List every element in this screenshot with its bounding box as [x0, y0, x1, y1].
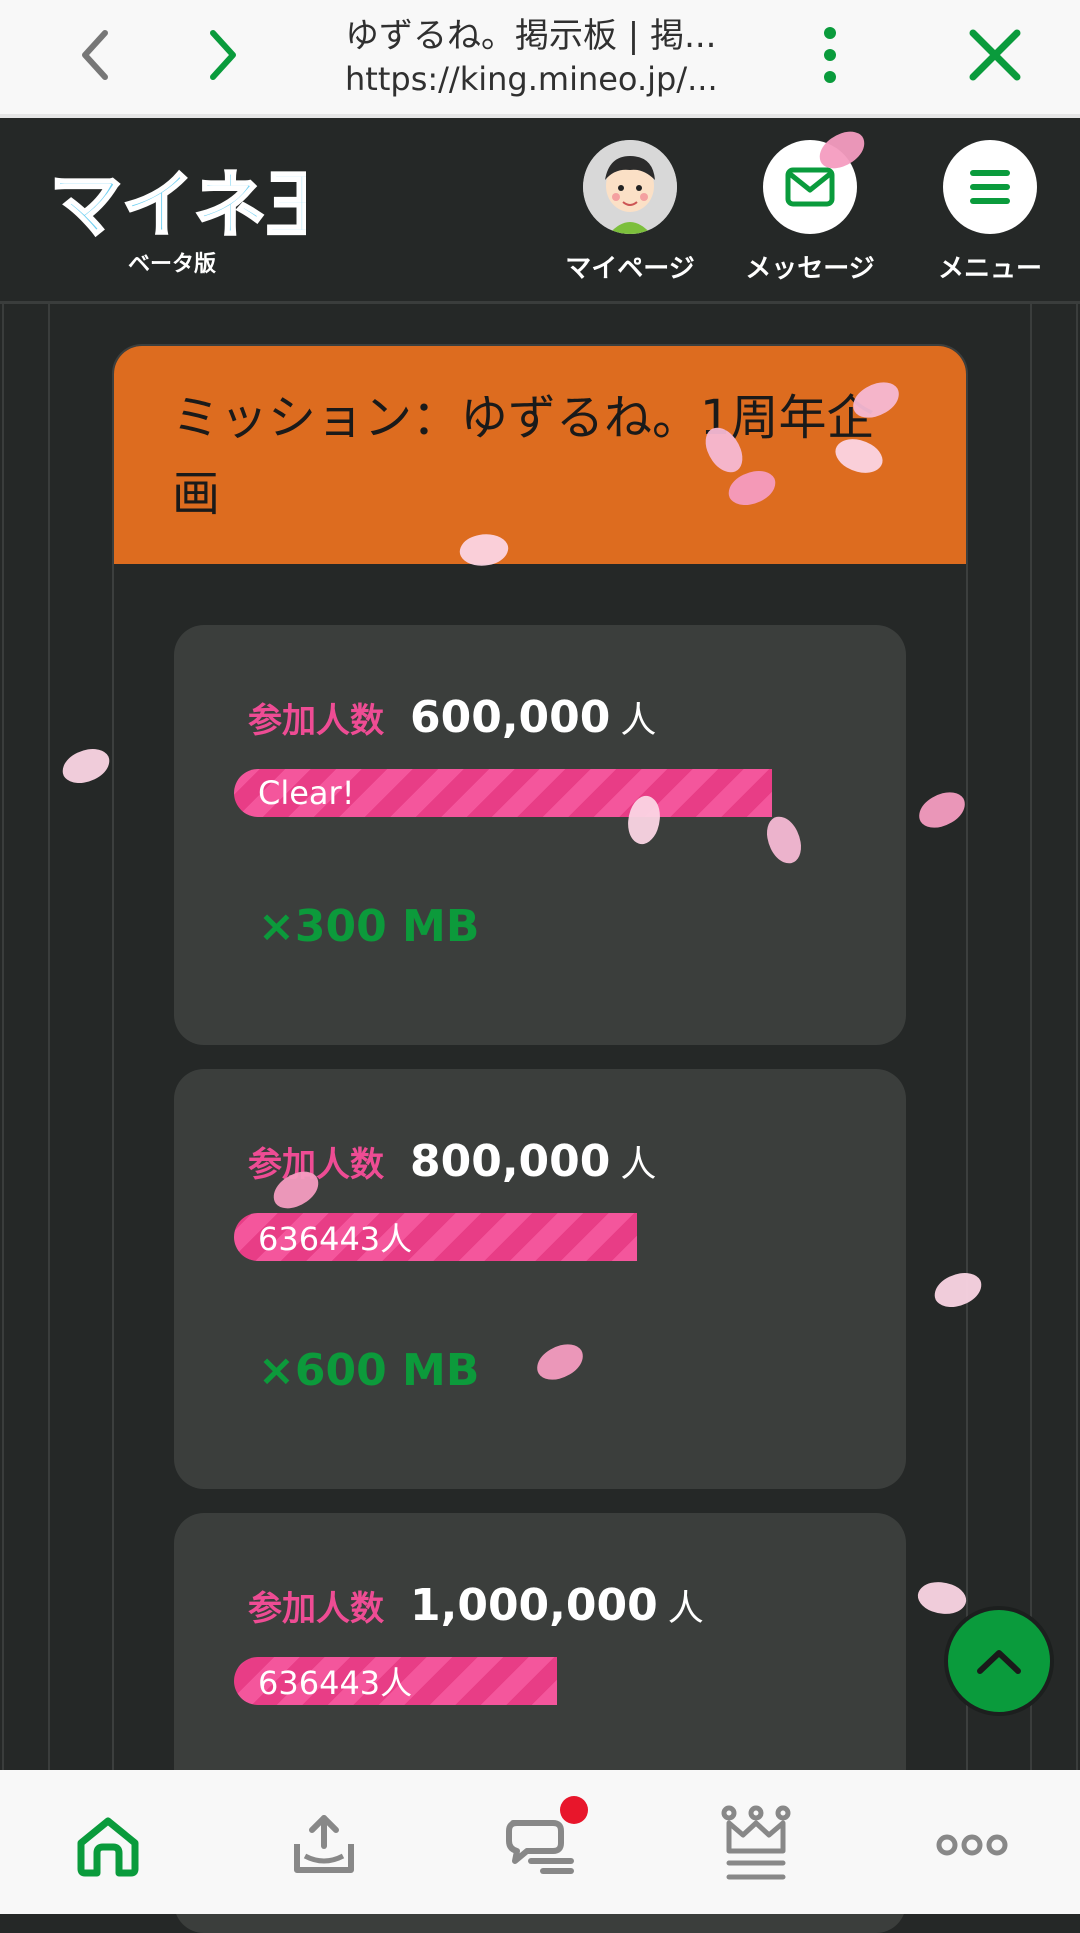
upload-tray-icon: [294, 1815, 354, 1873]
goal-header: 参加人数 600,000 人: [248, 691, 656, 743]
site-header: マイネ王 ベータ版 マイページ メッセージ メニュー: [0, 122, 1080, 304]
close-icon: [969, 29, 1021, 81]
petal-decoration: [59, 746, 113, 786]
bottom-navigation: [0, 1770, 1080, 1914]
goal-unit: 人: [620, 1144, 657, 1185]
nav-home[interactable]: [58, 1800, 158, 1890]
back-button[interactable]: [60, 20, 130, 90]
progress-bar: 636443人: [234, 1657, 557, 1705]
goal-card: 参加人数 800,000 人 636443人 ×600 MB: [174, 1069, 906, 1489]
logo-text: マイネ王: [50, 163, 306, 247]
browser-toolbar: ゆずるね。掲示板 | 掲... https://king.mineo.jp/..…: [0, 0, 1080, 118]
goal-header: 参加人数 1,000,000 人: [248, 1579, 704, 1631]
goal-target: 600,000: [410, 692, 611, 743]
browser-menu-button[interactable]: [805, 20, 855, 90]
goal-unit: 人: [667, 1588, 704, 1629]
avatar-icon: [583, 140, 677, 234]
progress-text: Clear!: [258, 774, 355, 812]
divider: [2, 304, 4, 1770]
goal-unit: 人: [620, 700, 657, 741]
progress-bar: 636443人: [234, 1213, 637, 1261]
forward-button[interactable]: [188, 20, 258, 90]
goal-label: 参加人数: [248, 1589, 384, 1629]
divider: [1076, 304, 1078, 1770]
chevron-right-icon: [210, 30, 236, 80]
url-display[interactable]: https://king.mineo.jp/...: [345, 60, 735, 98]
nav-give[interactable]: [274, 1800, 374, 1890]
progress-text: 636443人: [258, 1220, 413, 1258]
main-content[interactable]: ミッション：ゆずるね。1周年企画 参加人数 600,000 人 Clear! ×…: [0, 304, 1080, 1933]
menu-button[interactable]: メニュー: [915, 140, 1065, 285]
mypage-button[interactable]: マイページ: [555, 140, 705, 285]
reward-text: ×600 MB: [258, 1345, 480, 1396]
more-icon: [936, 1834, 1008, 1856]
logo-subtitle: ベータ版: [128, 252, 217, 277]
menu-label: メニュー: [937, 254, 1042, 284]
scroll-to-top-button[interactable]: [944, 1606, 1054, 1716]
close-button[interactable]: [960, 20, 1030, 90]
hamburger-icon: [943, 140, 1037, 234]
nav-king[interactable]: [706, 1800, 806, 1890]
chevron-left-icon: [82, 30, 108, 80]
nav-more[interactable]: [922, 1800, 1022, 1890]
progress-text: 636443人: [258, 1664, 413, 1702]
page-title[interactable]: ゆずるね。掲示板 | 掲...: [345, 8, 735, 57]
crown-icon: [721, 1805, 791, 1880]
mineo-king-logo-icon: マイネ王: [49, 162, 340, 249]
progress-bar: Clear!: [234, 769, 772, 817]
home-icon: [77, 1817, 139, 1877]
goal-target: 1,000,000: [410, 1580, 658, 1631]
chat-icon: [506, 1820, 574, 1874]
divider: [1030, 304, 1032, 1770]
goal-label: 参加人数: [248, 701, 384, 741]
message-button[interactable]: メッセージ: [735, 140, 885, 285]
chevron-up-icon: [977, 1650, 1021, 1674]
divider: [48, 304, 50, 1770]
kebab-icon: [824, 27, 836, 83]
mypage-label: マイページ: [565, 254, 695, 284]
mission-title: ミッション：ゆずるね。1周年企画: [172, 390, 875, 522]
notification-badge: [560, 1796, 588, 1824]
message-label: メッセージ: [745, 254, 875, 284]
reward-text: ×300 MB: [258, 901, 480, 952]
goal-target: 800,000: [410, 1136, 611, 1187]
